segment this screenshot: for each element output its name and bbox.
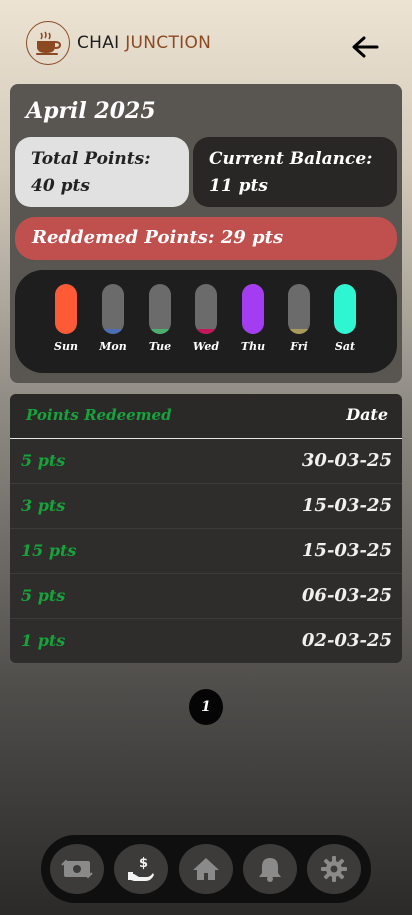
nav-settings-button[interactable] bbox=[307, 844, 361, 894]
day-fri: Fri bbox=[279, 284, 319, 353]
day-sun: Sun bbox=[46, 284, 86, 353]
day-label: Sun bbox=[54, 340, 78, 353]
day-label: Tue bbox=[148, 340, 172, 353]
back-button[interactable] bbox=[348, 30, 382, 64]
day-indicator bbox=[55, 284, 77, 334]
table-row: 1 pts 02-03-25 bbox=[10, 619, 402, 663]
day-indicator bbox=[334, 284, 356, 334]
row-points: 5 pts bbox=[21, 451, 66, 470]
row-date: 30-03-25 bbox=[301, 450, 392, 471]
home-icon bbox=[193, 858, 219, 880]
day-wed: Wed bbox=[186, 284, 226, 353]
weekly-activity-chart: Sun Mon Tue Wed Thu Fri Sat bbox=[15, 270, 397, 373]
table-row: 5 pts 06-03-25 bbox=[10, 574, 402, 619]
day-label: Mon bbox=[99, 340, 127, 353]
app-header: CHAI JUNCTION bbox=[0, 0, 412, 84]
column-header-points: Points Redeemed bbox=[26, 406, 172, 424]
day-tue: Tue bbox=[140, 284, 180, 353]
day-indicator bbox=[288, 284, 310, 334]
row-date: 06-03-25 bbox=[301, 585, 392, 606]
day-indicator bbox=[242, 284, 264, 334]
table-header: Points Redeemed Date bbox=[10, 394, 402, 439]
column-header-date: Date bbox=[346, 405, 388, 424]
pagination-page-button[interactable]: 1 bbox=[189, 689, 223, 725]
brand-name: CHAI JUNCTION bbox=[77, 33, 211, 53]
arrow-left-icon bbox=[352, 36, 379, 58]
nav-exchange-button[interactable] bbox=[50, 844, 104, 894]
hand-dollar-icon: $ bbox=[128, 856, 154, 881]
table-row: 3 pts 15-03-25 bbox=[10, 484, 402, 529]
svg-text:$: $ bbox=[139, 856, 148, 871]
points-summary-panel: April 2025 Total Points: 40 pts Current … bbox=[10, 84, 402, 383]
row-points: 15 pts bbox=[21, 541, 77, 560]
brand-name-part2: JUNCTION bbox=[125, 33, 212, 53]
month-title: April 2025 bbox=[26, 98, 156, 124]
tea-cup-logo-icon bbox=[26, 21, 70, 65]
day-label: Wed bbox=[192, 340, 220, 353]
nav-home-button[interactable] bbox=[179, 844, 233, 894]
nav-redeem-button[interactable]: $ bbox=[114, 844, 168, 894]
exchange-money-icon bbox=[61, 859, 93, 879]
redemption-history-table: Points Redeemed Date 5 pts 30-03-25 3 pt… bbox=[10, 394, 402, 663]
day-indicator bbox=[195, 284, 217, 334]
row-date: 15-03-25 bbox=[301, 495, 392, 516]
bell-icon bbox=[259, 858, 281, 882]
row-points: 1 pts bbox=[21, 631, 66, 650]
day-indicator bbox=[149, 284, 171, 334]
bottom-navigation: $ bbox=[41, 835, 371, 903]
day-mon: Mon bbox=[93, 284, 133, 353]
row-date: 15-03-25 bbox=[301, 540, 392, 561]
table-row: 5 pts 30-03-25 bbox=[10, 439, 402, 484]
day-indicator bbox=[102, 284, 124, 334]
current-balance-card: Current Balance: 11 pts bbox=[193, 137, 397, 207]
redeemed-points-card: Reddemed Points: 29 pts bbox=[15, 217, 397, 260]
table-row: 15 pts 15-03-25 bbox=[10, 529, 402, 574]
brand-name-part1: CHAI bbox=[77, 33, 120, 53]
row-points: 3 pts bbox=[21, 496, 66, 515]
total-points-card: Total Points: 40 pts bbox=[15, 137, 189, 207]
day-label: Sat bbox=[334, 340, 356, 353]
day-label: Fri bbox=[290, 340, 308, 353]
row-date: 02-03-25 bbox=[301, 630, 392, 651]
day-sat: Sat bbox=[325, 284, 365, 353]
day-thu: Thu bbox=[233, 284, 273, 353]
nav-notifications-button[interactable] bbox=[243, 844, 297, 894]
day-label: Thu bbox=[240, 340, 266, 353]
gear-icon bbox=[321, 856, 347, 882]
row-points: 5 pts bbox=[21, 586, 66, 605]
